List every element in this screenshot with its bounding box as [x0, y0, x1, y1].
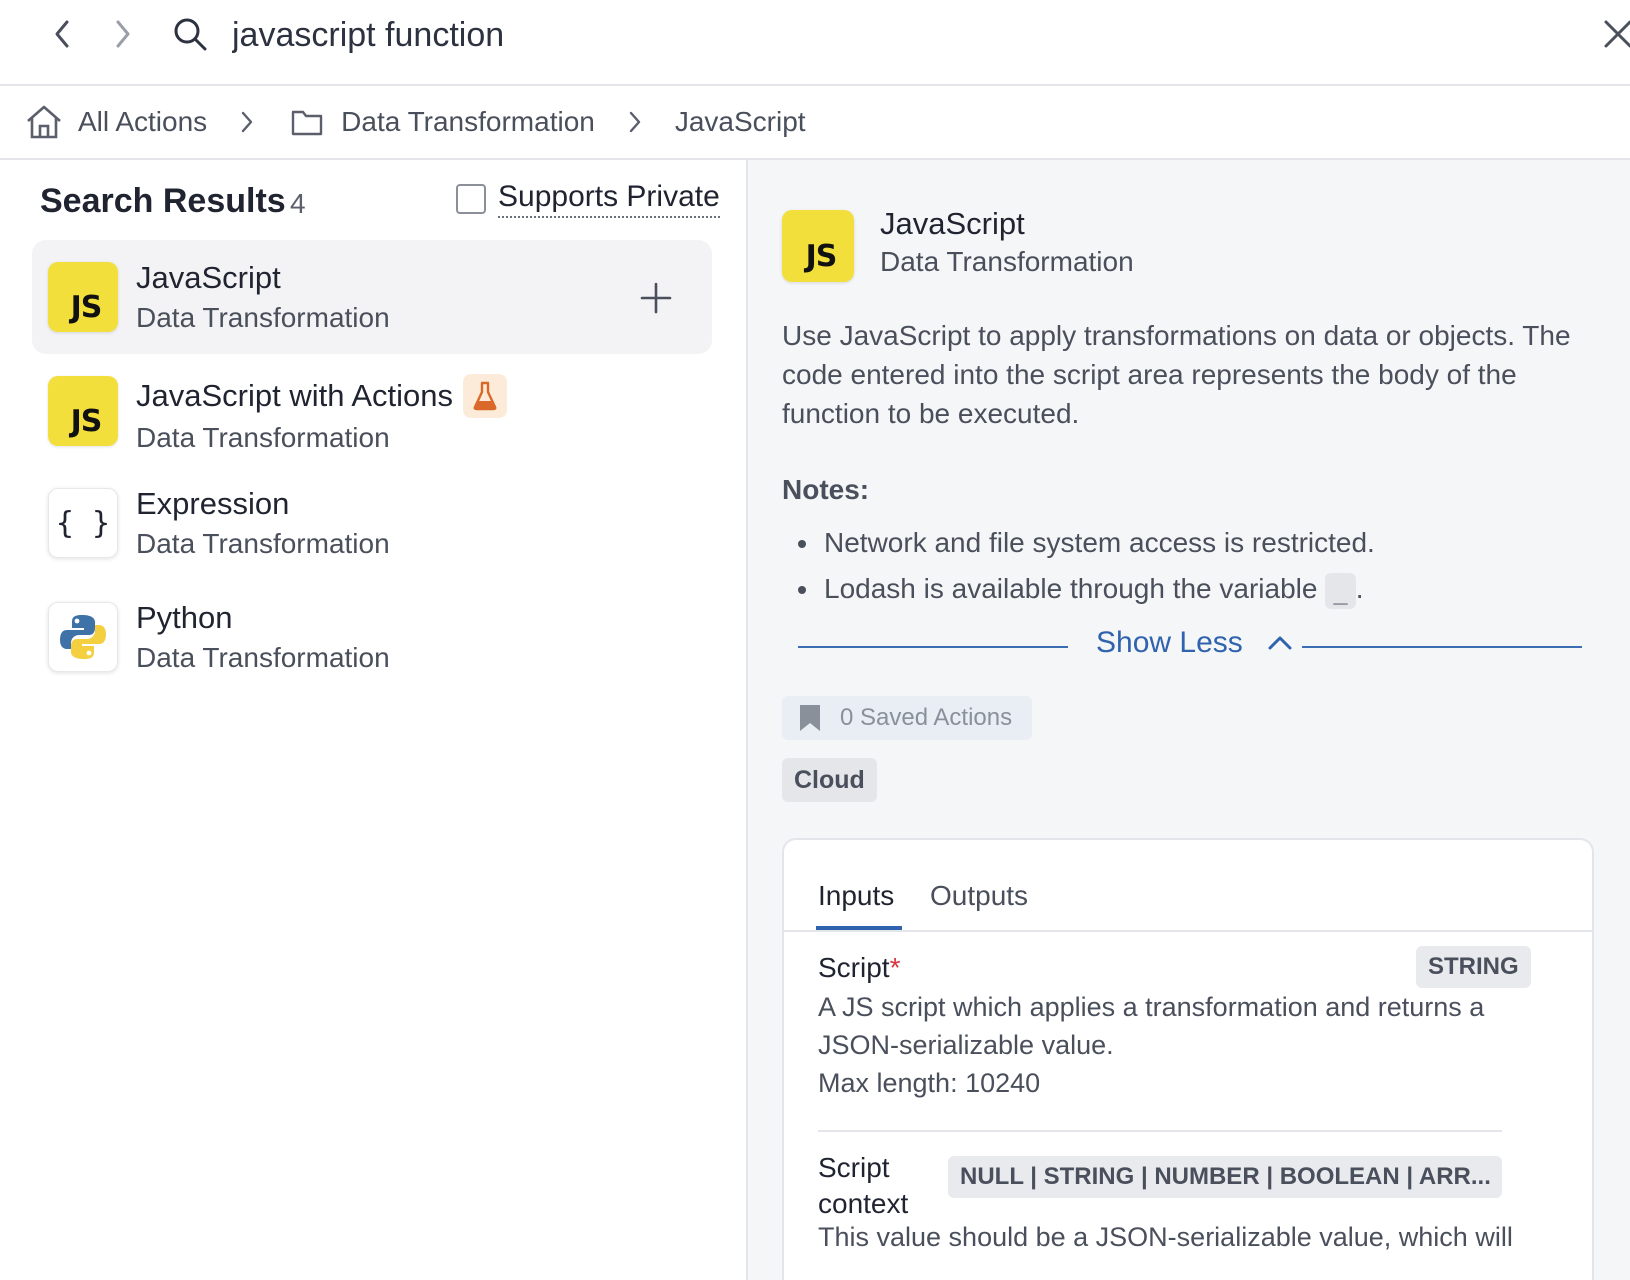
- note-item: Network and file system access is restri…: [782, 520, 1602, 566]
- add-action-button[interactable]: [636, 278, 676, 318]
- result-category: Data Transformation: [136, 528, 390, 559]
- show-less-label: Show Less: [1096, 626, 1243, 659]
- result-name-text: JavaScript: [136, 260, 281, 295]
- chevron-right-icon: [235, 107, 259, 137]
- tab-outputs[interactable]: Outputs: [930, 880, 1028, 912]
- breadcrumb: All Actions Data Transformation JavaScri…: [0, 86, 1630, 160]
- result-name-text: Python: [136, 600, 233, 635]
- note-text: Network and file system access is restri…: [824, 527, 1375, 558]
- close-button[interactable]: [1598, 14, 1630, 54]
- cloud-tag: Cloud: [782, 758, 877, 802]
- chevron-up-icon: [1265, 628, 1295, 658]
- inputs-outputs-card: Inputs Outputs Script* STRING A JS scrip…: [782, 838, 1594, 1280]
- back-button[interactable]: [42, 14, 82, 54]
- chevron-right-icon: [116, 20, 130, 48]
- result-name: Python: [136, 600, 233, 636]
- detail-description: Use JavaScript to apply transformations …: [782, 320, 1571, 429]
- result-name-text: Expression: [136, 486, 290, 521]
- js-logo-text: JS: [70, 289, 103, 325]
- field-script-name: Script*: [818, 950, 900, 986]
- result-javascript-with-actions[interactable]: JS JavaScript with Actions Data Transfor…: [32, 354, 712, 468]
- io-tabs: Inputs Outputs: [784, 840, 1592, 932]
- supports-private-label[interactable]: Supports Private: [498, 180, 720, 218]
- detail-category: Data Transformation: [880, 246, 1134, 277]
- result-expression[interactable]: { } Expression Data Transformation: [32, 466, 712, 580]
- field-name-text: Script: [818, 952, 890, 983]
- breadcrumb-all-actions[interactable]: All Actions: [24, 102, 207, 142]
- home-icon: [24, 102, 64, 142]
- saved-actions-button[interactable]: 0 Saved Actions: [782, 696, 1032, 740]
- detail-title: JavaScript: [880, 206, 1025, 241]
- result-category: Data Transformation: [136, 642, 390, 673]
- braces-glyph: { }: [55, 505, 111, 541]
- breadcrumb-label: Data Transformation: [341, 106, 595, 137]
- javascript-logo-icon: JS: [782, 210, 854, 282]
- search-results-panel: Search Results 4 Supports Private JS Jav…: [0, 160, 748, 1280]
- active-tab-indicator: [816, 926, 902, 930]
- plus-icon: [640, 282, 672, 314]
- beta-flask-icon: [463, 374, 508, 418]
- breadcrumb-data-transformation[interactable]: Data Transformation: [287, 102, 595, 142]
- js-logo-text: JS: [805, 238, 838, 274]
- note-suffix: .: [1355, 573, 1364, 604]
- show-less-divider-left: [798, 646, 1068, 648]
- search-icon: [170, 14, 210, 54]
- supports-private-checkbox[interactable]: [456, 184, 486, 214]
- javascript-logo-icon: JS: [48, 376, 118, 446]
- show-less-button[interactable]: Show Less: [1096, 626, 1295, 660]
- result-category: Data Transformation: [136, 422, 390, 453]
- required-marker: *: [889, 952, 901, 983]
- show-less-divider-right: [1302, 646, 1582, 648]
- braces-icon: { }: [48, 488, 118, 558]
- notes-list: Network and file system access is restri…: [782, 520, 1602, 612]
- result-name: Expression: [136, 486, 289, 522]
- close-icon: [1604, 20, 1630, 48]
- field-name-line: context: [818, 1188, 909, 1219]
- breadcrumb-javascript[interactable]: JavaScript: [675, 106, 806, 138]
- search-input[interactable]: [232, 10, 1532, 60]
- results-title: Search Results: [40, 182, 286, 220]
- field-divider: [818, 1130, 1502, 1132]
- code-snippet: _: [1325, 572, 1356, 609]
- result-python[interactable]: Python Data Transformation: [32, 580, 712, 694]
- bookmark-icon: [796, 702, 824, 734]
- folder-icon: [287, 102, 327, 142]
- chevron-left-icon: [55, 20, 69, 48]
- field-type-badge: STRING: [1416, 946, 1531, 988]
- forward-button[interactable]: [103, 14, 143, 54]
- field-script-max-length: Max length: 10240: [818, 1068, 1041, 1098]
- field-script-description: A JS script which applies a transformati…: [818, 992, 1485, 1060]
- results-count: 4: [290, 188, 306, 219]
- search-bar: [0, 0, 1630, 86]
- result-name: JavaScript with Actions: [136, 374, 508, 418]
- note-item: Lodash is available through the variable…: [782, 566, 1602, 612]
- javascript-logo-icon: JS: [48, 262, 118, 332]
- breadcrumb-label: All Actions: [78, 106, 208, 137]
- tab-inputs[interactable]: Inputs: [818, 880, 894, 912]
- result-name-text: JavaScript with Actions: [136, 378, 454, 413]
- chevron-right-icon: [623, 107, 647, 137]
- saved-actions-label: 0 Saved Actions: [840, 704, 1013, 731]
- result-name: JavaScript: [136, 260, 281, 296]
- js-logo-text: JS: [70, 403, 103, 439]
- result-category: Data Transformation: [136, 302, 390, 333]
- field-type-badge: NULL | STRING | NUMBER | BOOLEAN | ARR..…: [948, 1156, 1502, 1198]
- action-detail-panel: JS JavaScript Data Transformation Use Ja…: [748, 160, 1630, 1280]
- result-javascript[interactable]: JS JavaScript Data Transformation: [32, 240, 712, 354]
- note-text: Lodash is available through the variable: [824, 573, 1318, 604]
- python-logo-icon: [48, 602, 118, 672]
- field-name-line: Script: [818, 1152, 890, 1183]
- notes-title: Notes:: [782, 474, 870, 505]
- field-script-context-name: Script context: [818, 1150, 908, 1222]
- field-script-context-description: This value should be a JSON-serializable…: [818, 1222, 1513, 1252]
- breadcrumb-label: JavaScript: [674, 106, 806, 137]
